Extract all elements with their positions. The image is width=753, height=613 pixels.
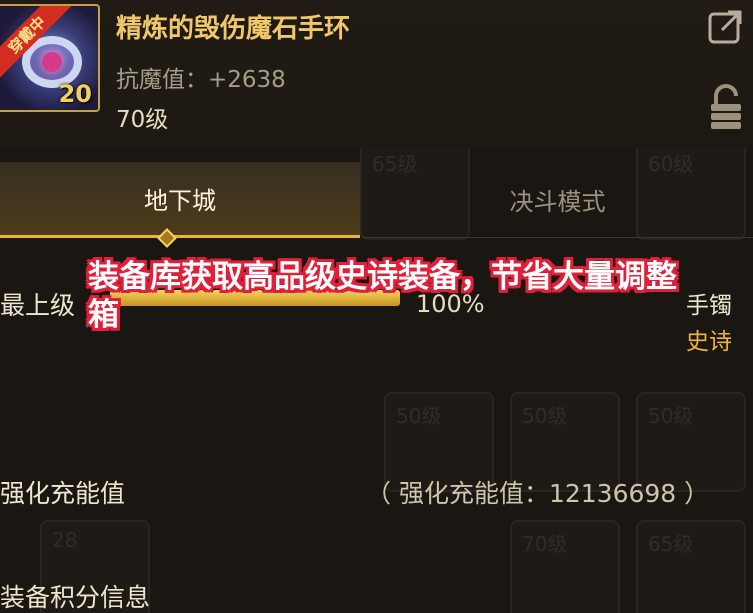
- item-header: 穿戴中 20 精炼的毁伤魔石手环 抗魔值：+2638 70级: [0, 0, 753, 148]
- score-info-label: 装备积分信息: [0, 583, 151, 612]
- slot-type: 手镯: [686, 293, 732, 319]
- charge-label: 强化充能值: [0, 479, 126, 508]
- export-icon: [708, 10, 742, 44]
- item-count: 20: [58, 80, 92, 108]
- slot-rarity: 史诗: [686, 329, 732, 355]
- item-name: 精炼的毁伤魔石手环: [116, 14, 351, 44]
- item-icon[interactable]: 穿戴中 20: [0, 4, 100, 112]
- lock-button[interactable]: [708, 84, 744, 130]
- item-level: 70级: [116, 107, 169, 133]
- charge-value: （ 强化充能值：12136698 ）: [366, 479, 710, 508]
- tab-dungeon[interactable]: 地下城: [0, 162, 360, 238]
- background-slot: 70级: [510, 520, 620, 613]
- overlay-caption: 装备库获取高品级史诗装备，节省大量调整箱: [88, 259, 677, 333]
- mode-tabs: 地下城 决斗模式: [0, 162, 753, 240]
- background-slot: 65级: [636, 520, 746, 613]
- export-button[interactable]: [706, 6, 746, 46]
- tab-duel-mode[interactable]: 决斗模式: [362, 162, 753, 238]
- item-stat: 抗魔值：+2638: [116, 67, 286, 93]
- lock-icon: [711, 84, 741, 129]
- gem-icon: [42, 52, 62, 72]
- grade-label: 最上级: [0, 291, 76, 320]
